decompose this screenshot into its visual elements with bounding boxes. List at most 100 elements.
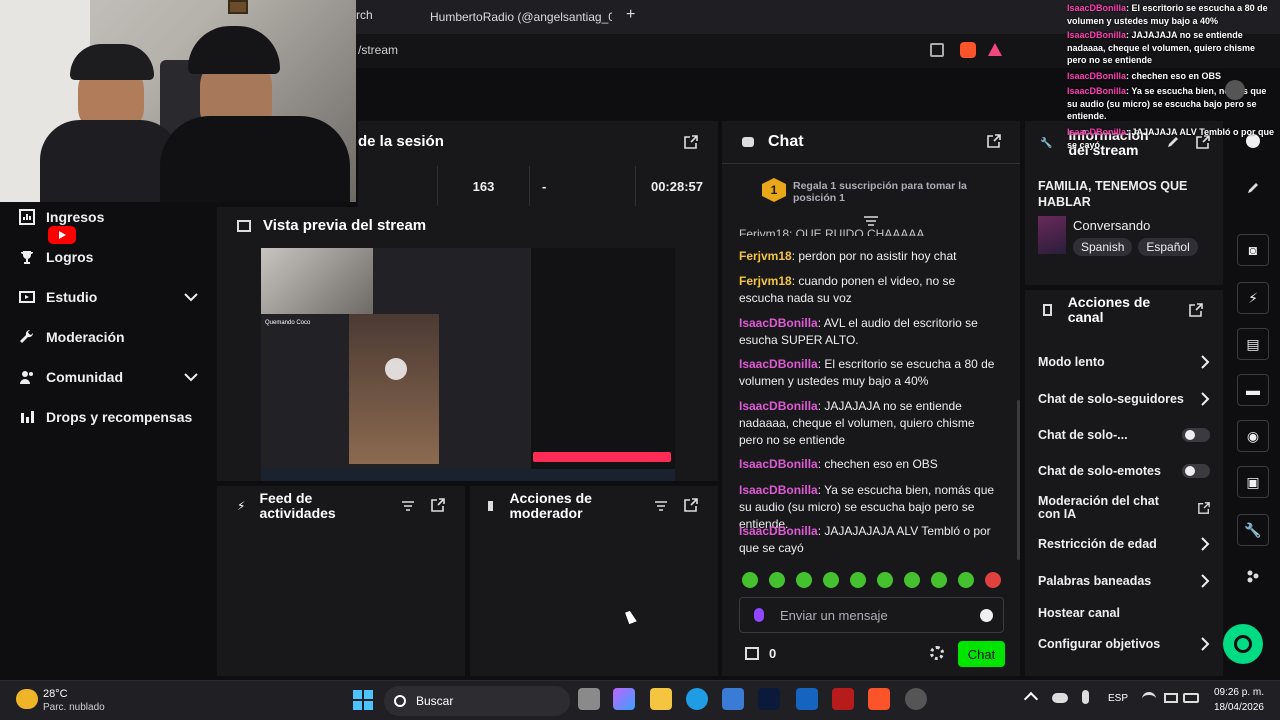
toggle-switch[interactable] — [1182, 464, 1210, 478]
outlook-icon[interactable] — [796, 688, 818, 710]
share-icon[interactable] — [930, 43, 944, 57]
chat-scrollbar[interactable] — [1017, 400, 1020, 560]
channel-action-row[interactable]: Chat de solo-... — [1038, 428, 1210, 442]
clock-date[interactable]: 18/04/2026 — [1212, 702, 1264, 713]
tag-chip[interactable]: Español — [1138, 238, 1198, 256]
nav-item-ingresos[interactable]: Ingresos — [18, 206, 198, 228]
emote-icon[interactable] — [877, 572, 893, 588]
chat-input[interactable]: Enviar un mensaje — [739, 597, 1004, 633]
chat-username[interactable]: Ferjvm18 — [739, 274, 792, 288]
emote-icon[interactable] — [850, 572, 866, 588]
chevron-right-icon[interactable] — [1200, 355, 1210, 369]
emote-icon[interactable] — [958, 572, 974, 588]
language-indicator[interactable]: ESP — [1108, 693, 1128, 704]
channel-action-row[interactable]: Chat de solo-emotes — [1038, 464, 1210, 478]
nav-item-drops[interactable]: Drops y recompensas — [18, 406, 198, 428]
emote-icon[interactable] — [796, 572, 812, 588]
emote-icon[interactable] — [985, 572, 1001, 588]
tab-search[interactable]: rch — [356, 8, 396, 26]
nav-item-estudio[interactable]: Estudio — [18, 286, 198, 308]
popout-icon[interactable] — [1188, 302, 1204, 318]
chevron-right-icon[interactable] — [1200, 392, 1210, 406]
popout-icon[interactable] — [683, 497, 699, 513]
battery-icon[interactable] — [1183, 693, 1199, 703]
more-icon[interactable] — [1246, 569, 1260, 583]
nav-item-comunidad[interactable]: Comunidad — [18, 366, 198, 388]
rail-button-screen[interactable]: ▣ — [1237, 466, 1269, 498]
tab-active[interactable]: HumbertoRadio (@angelsantiag_0) | — [422, 8, 612, 26]
chat-username[interactable]: IsaacDBonilla — [739, 524, 818, 538]
speaker-icon[interactable] — [1164, 693, 1178, 703]
rail-button-chat[interactable]: ▬ — [1237, 374, 1269, 406]
emote-icon[interactable] — [931, 572, 947, 588]
windows-start-icon[interactable] — [352, 689, 374, 711]
category-name[interactable]: Conversando — [1073, 218, 1150, 233]
gift-sub-text[interactable]: Regala 1 suscripción para tomar la posic… — [793, 180, 968, 204]
brave-rewards-icon[interactable] — [988, 43, 1002, 56]
clock-time[interactable]: 09:26 p. m. — [1212, 687, 1264, 698]
file-explorer-icon[interactable] — [650, 688, 672, 710]
popout-icon[interactable] — [430, 497, 446, 513]
rail-button-lightning[interactable]: ⚡ — [1237, 282, 1269, 314]
emote-icon[interactable] — [823, 572, 839, 588]
channel-action-row[interactable]: Moderación del chat con IA — [1038, 495, 1210, 521]
obs-icon[interactable] — [905, 688, 927, 710]
emote-icon[interactable] — [904, 572, 920, 588]
play-icon[interactable] — [385, 358, 407, 380]
chat-username[interactable]: IsaacDBonilla — [739, 399, 818, 413]
chat-username[interactable]: IsaacDBonilla — [739, 357, 818, 371]
channel-action-row[interactable]: Hostear canal — [1038, 606, 1210, 620]
chevron-down-icon[interactable] — [184, 292, 198, 302]
channel-points[interactable]: 0 — [745, 646, 776, 661]
chat-username[interactable]: IsaacDBonilla — [739, 457, 818, 471]
microphone-icon[interactable] — [1082, 690, 1089, 704]
rail-button-broadcast[interactable]: ◉ — [1237, 420, 1269, 452]
brave-icon[interactable] — [868, 688, 890, 710]
popout-icon[interactable] — [986, 133, 1002, 149]
chevron-down-icon[interactable] — [184, 372, 198, 382]
nav-item-moderacion[interactable]: Moderación — [18, 326, 198, 348]
rail-button-document[interactable]: ▤ — [1237, 328, 1269, 360]
help-button[interactable] — [1223, 624, 1263, 664]
app-icon[interactable] — [832, 688, 854, 710]
chevron-right-icon[interactable] — [1200, 574, 1210, 588]
brave-shield-icon[interactable] — [960, 42, 976, 58]
copilot-icon[interactable] — [613, 688, 635, 710]
wifi-icon[interactable] — [1142, 692, 1156, 704]
popout-icon[interactable] — [682, 133, 700, 151]
new-tab-button[interactable]: + — [626, 6, 640, 24]
mic-icon[interactable] — [754, 608, 764, 622]
send-chat-button[interactable]: Chat — [958, 641, 1005, 667]
taskbar-search[interactable]: Buscar — [384, 686, 570, 716]
chevron-right-icon[interactable] — [1200, 637, 1210, 651]
filter-icon[interactable] — [653, 498, 669, 514]
channel-action-row[interactable]: Modo lento — [1038, 355, 1210, 369]
channel-action-row[interactable]: Restricción de edad — [1038, 537, 1210, 551]
temperature[interactable]: 28°C — [43, 688, 68, 700]
tag-chip[interactable]: Spanish — [1073, 238, 1133, 256]
chat-username[interactable]: IsaacDBonilla — [739, 316, 818, 330]
task-view-icon[interactable] — [578, 688, 600, 710]
channel-action-row[interactable]: Palabras baneadas — [1038, 574, 1210, 588]
channel-action-row[interactable]: Chat de solo-seguidores — [1038, 392, 1210, 406]
rail-button-camera[interactable]: ◙ — [1237, 234, 1269, 266]
gear-icon[interactable] — [930, 646, 944, 660]
malwarebytes-icon[interactable] — [758, 688, 780, 710]
store-icon[interactable] — [722, 688, 744, 710]
channel-action-row[interactable]: Configurar objetivos — [1038, 637, 1210, 651]
onedrive-icon[interactable] — [1052, 693, 1068, 703]
rail-button-wrench[interactable]: 🔧 — [1237, 514, 1269, 546]
toggle-switch[interactable] — [1182, 428, 1210, 442]
chevron-right-icon[interactable] — [1200, 537, 1210, 551]
chat-username[interactable]: IsaacDBonilla — [739, 483, 818, 497]
preview-video[interactable]: Quemando Coco — [261, 248, 675, 481]
chat-username[interactable]: Ferjvm18 — [739, 249, 792, 263]
emote-icon[interactable] — [769, 572, 785, 588]
emoji-icon[interactable] — [980, 609, 993, 622]
filter-icon[interactable] — [400, 498, 416, 514]
pencil-icon[interactable] — [1247, 182, 1259, 194]
edge-icon[interactable] — [686, 688, 708, 710]
filter-icon[interactable] — [864, 216, 878, 226]
emote-icon[interactable] — [742, 572, 758, 588]
category-box-art[interactable] — [1038, 216, 1066, 254]
